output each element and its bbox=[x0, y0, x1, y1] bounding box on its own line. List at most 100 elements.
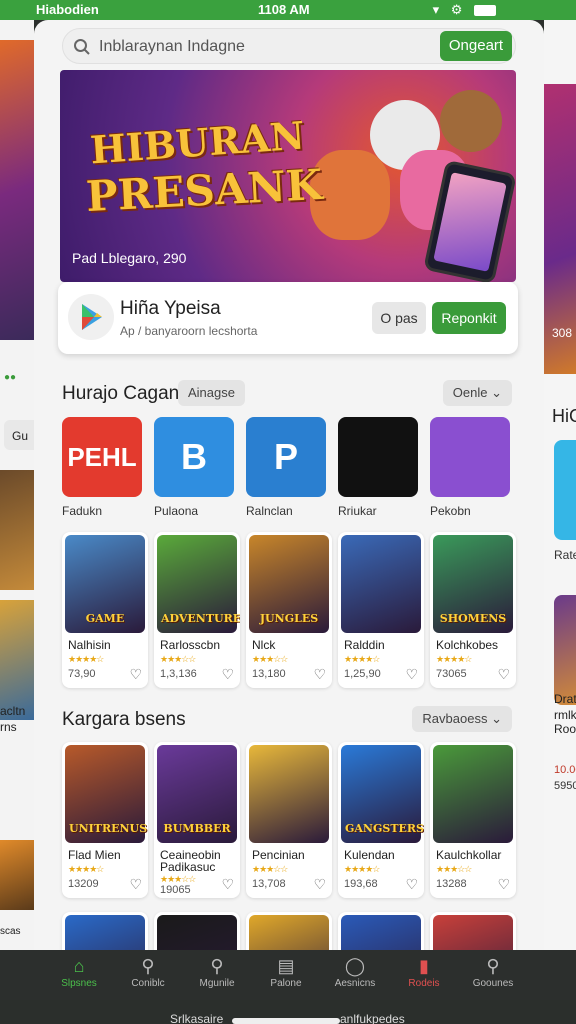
category-label: Rriukar bbox=[338, 504, 377, 518]
category-item[interactable]: Pekobn bbox=[430, 417, 510, 518]
category-label: Fadukn bbox=[62, 504, 103, 518]
star-rating: ★★★★☆ bbox=[344, 864, 380, 874]
bookmark-icon: ▮ bbox=[419, 956, 429, 976]
filter-chip[interactable]: Ainagse bbox=[178, 380, 245, 406]
category-label: Pekobn bbox=[430, 504, 471, 518]
battery-icon bbox=[474, 5, 496, 17]
nav-label: Rodeis bbox=[408, 978, 440, 989]
heart-icon[interactable]: ♡ bbox=[221, 666, 234, 683]
nav-label: Aesnicns bbox=[334, 978, 376, 989]
game-card[interactable]: QPNESSE bbox=[154, 912, 240, 950]
game-art: BUMBBER bbox=[157, 745, 237, 843]
game-card[interactable]: Ralddin ★★★★☆ 1,25,90 ♡ bbox=[338, 532, 424, 688]
heart-icon[interactable]: ♡ bbox=[129, 666, 142, 683]
game-card[interactable]: JUNGLES Nlck ★★★☆☆ 13,180 ♡ bbox=[246, 532, 332, 688]
game-art bbox=[433, 915, 513, 950]
peek-tile bbox=[554, 595, 576, 705]
featured-app-name: Hiña Ypeisa bbox=[120, 298, 221, 319]
game-art-title: GAME bbox=[85, 612, 125, 625]
download-count: 13,180 bbox=[252, 668, 286, 680]
nav-item[interactable]: ⚲ Goounes bbox=[458, 956, 528, 989]
left-peek-card[interactable]: ●● Gu acltn rns scas bbox=[0, 20, 34, 950]
game-card[interactable]: ADVENTURE Rarlosscbn ★★★☆☆ 1,3,136 ♡ bbox=[154, 532, 240, 688]
game-art-title: ADVENTURE bbox=[161, 612, 240, 625]
nav-item[interactable]: ⚲ Coniblc bbox=[113, 956, 183, 989]
download-count: 19065 bbox=[160, 884, 191, 896]
game-card[interactable] bbox=[62, 912, 148, 950]
game-card[interactable] bbox=[430, 912, 516, 950]
nav-label: Mgunile bbox=[199, 978, 235, 989]
game-art-title: BUMBBER bbox=[163, 822, 231, 835]
featured-app-card[interactable]: Hiña Ypeisa Ap / banyaroorn lecshorta O … bbox=[58, 282, 518, 354]
nav-item[interactable]: ▤ Palone bbox=[251, 956, 321, 989]
category-item[interactable]: P Ralnclan bbox=[246, 417, 326, 518]
category-item[interactable]: B Pulaona bbox=[154, 417, 234, 518]
game-card[interactable]: CAMNES bbox=[338, 912, 424, 950]
peek-text: Drati bbox=[554, 692, 576, 706]
settings-icon: ⚙ bbox=[450, 2, 467, 17]
heart-icon[interactable]: ♡ bbox=[497, 876, 510, 893]
game-card[interactable] bbox=[246, 912, 332, 950]
right-peek-card[interactable]: 308 HiG Rate Drati rmlk Roon 10.00 59500 bbox=[544, 20, 576, 950]
game-card[interactable]: Kaulchkollar ★★★☆☆ 13288 ♡ bbox=[430, 742, 516, 898]
category-icon: B bbox=[154, 417, 234, 497]
game-name-line2: Padikasuc bbox=[160, 860, 216, 874]
game-art-title: SHOMENS bbox=[439, 612, 507, 625]
hero-banner[interactable]: HIBURAN PRESANK Pad Lblegaro, 290 bbox=[60, 70, 516, 282]
game-card[interactable]: GAME Nalhisin ★★★★☆ 73,90 ♡ bbox=[62, 532, 148, 688]
star-rating: ★★★☆☆ bbox=[160, 654, 196, 664]
download-count: 193,68 bbox=[344, 878, 378, 890]
peek-chip-label: Gu bbox=[12, 429, 29, 443]
bottom-text-right: anlfukpedes bbox=[340, 1012, 405, 1024]
game-art bbox=[65, 915, 145, 950]
heart-icon[interactable]: ♡ bbox=[497, 666, 510, 683]
heart-icon[interactable]: ♡ bbox=[221, 876, 234, 893]
game-card[interactable]: BUMBBER Ceaineobin ★★★☆☆ 19065 ♡ Padikasuc bbox=[154, 742, 240, 898]
heart-icon[interactable]: ♡ bbox=[313, 666, 326, 683]
category-row: PEHL Fadukn B Pulaona P Ralnclan Rriukar Pekobn bbox=[62, 417, 518, 518]
download-count: 13,708 bbox=[252, 878, 286, 890]
game-name: Ralddin bbox=[344, 638, 385, 652]
home-indicator[interactable] bbox=[232, 1018, 340, 1024]
heart-icon[interactable]: ♡ bbox=[405, 876, 418, 893]
heart-icon[interactable]: ♡ bbox=[129, 876, 142, 893]
heart-icon[interactable]: ♡ bbox=[405, 666, 418, 683]
nav-item[interactable]: ⌂ Slpsnes bbox=[44, 956, 114, 989]
nav-item[interactable]: ▮ Rodeis bbox=[389, 956, 459, 989]
search-input[interactable]: Inblaraynan Indagne bbox=[99, 38, 245, 56]
category-label: Pulaona bbox=[154, 504, 199, 518]
peek-text: Roon bbox=[554, 722, 576, 736]
category-item[interactable]: Rriukar bbox=[338, 417, 418, 518]
home-icon: ⌂ bbox=[73, 956, 85, 976]
open-button[interactable]: O pas bbox=[372, 302, 426, 334]
game-name: Nlck bbox=[252, 638, 276, 652]
category-label: Ralnclan bbox=[246, 504, 293, 518]
category-icon: P bbox=[246, 417, 326, 497]
hero-caption: Pad Lblegaro, 290 bbox=[72, 250, 187, 266]
section-dropdown[interactable]: Oenle ⌄ bbox=[442, 380, 512, 406]
section-header: Kargara bsens Ravbaoess ⌄ bbox=[62, 706, 512, 734]
nav-item[interactable]: ⚲ Mgunile bbox=[182, 956, 252, 989]
game-name: Kaulchkollar bbox=[436, 848, 502, 862]
game-art bbox=[249, 915, 329, 950]
game-card[interactable]: UNITRENUS Flad Mien ★★★★☆ 13209 ♡ bbox=[62, 742, 148, 898]
game-card[interactable]: SHOMENS Kolchkobes ★★★★☆ 73065 ♡ bbox=[430, 532, 516, 688]
game-card[interactable]: GANGSTERS Kulendan ★★★★☆ 193,68 ♡ bbox=[338, 742, 424, 898]
game-name: Nalhisin bbox=[68, 638, 111, 652]
peek-tile bbox=[554, 440, 576, 540]
game-name: Pencinian bbox=[252, 848, 305, 862]
report-button[interactable]: Reponkit bbox=[432, 302, 506, 334]
nav-item[interactable]: ◯ Aesnicns bbox=[320, 956, 390, 989]
game-name: Kolchkobes bbox=[436, 638, 499, 652]
category-item[interactable]: PEHL Fadukn bbox=[62, 417, 142, 518]
game-art-title: JUNGLES bbox=[259, 612, 319, 625]
game-card[interactable]: Pencinian ★★★☆☆ 13,708 ♡ bbox=[246, 742, 332, 898]
section-dropdown[interactable]: Ravbaoess ⌄ bbox=[412, 706, 512, 732]
game-art bbox=[433, 745, 513, 843]
game-art: ADVENTURE bbox=[157, 535, 240, 633]
peek-text: Rate bbox=[554, 548, 576, 562]
search-bar[interactable]: Inblaraynan Indagne Ongeart bbox=[62, 28, 516, 64]
search-button[interactable]: Ongeart bbox=[440, 31, 512, 61]
heart-icon[interactable]: ♡ bbox=[313, 876, 326, 893]
download-count: 13288 bbox=[436, 878, 467, 890]
